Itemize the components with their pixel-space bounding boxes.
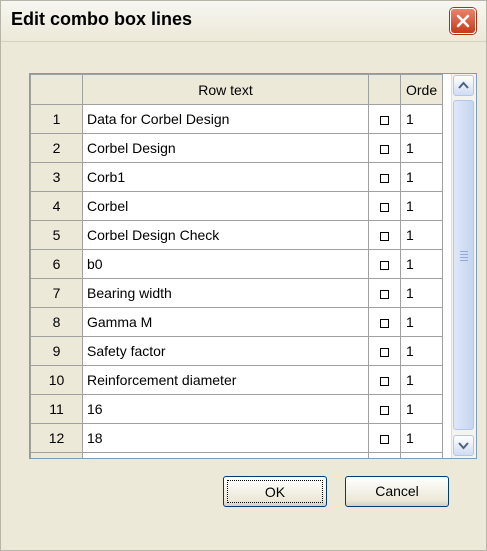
row-checkbox-cell	[368, 336, 401, 366]
row-number[interactable]: 12	[30, 423, 83, 453]
row-checkbox[interactable]	[380, 115, 389, 125]
table-row[interactable]: 9 Safety factor 1	[30, 336, 443, 366]
table-row[interactable]: 7 Bearing width 1	[30, 278, 443, 308]
row-order-cell[interactable]: 1	[400, 162, 443, 192]
table-row[interactable]: 2 Corbel Design 1	[30, 133, 443, 163]
scroll-up-button[interactable]	[453, 75, 474, 96]
row-order-cell[interactable]: 1	[400, 220, 443, 250]
row-number[interactable]: 2	[30, 133, 83, 163]
table-row[interactable]: 1320 1	[30, 452, 443, 458]
row-checkbox[interactable]	[380, 173, 389, 183]
row-checkbox-cell	[368, 365, 401, 395]
row-checkbox-cell	[368, 394, 401, 424]
row-checkbox[interactable]	[380, 231, 389, 241]
row-checkbox[interactable]	[380, 260, 389, 270]
row-table: Row text Orde 1 Data for Corbel Design 1 2 C…	[30, 74, 443, 458]
row-text-cell[interactable]: Safety factor	[82, 336, 369, 366]
row-number[interactable]: 9	[30, 336, 83, 366]
row-text-cell[interactable]: 18	[82, 423, 369, 453]
title-bar[interactable]: Edit combo box lines	[1, 1, 486, 42]
row-checkbox-cell	[368, 220, 401, 250]
row-text-cell[interactable]: Corbel	[82, 191, 369, 221]
table-row[interactable]: 8 Gamma M 1	[30, 307, 443, 337]
close-button[interactable]	[450, 8, 476, 34]
row-order-cell[interactable]: 1	[400, 365, 443, 395]
row-order-cell[interactable]: 1	[400, 191, 443, 221]
header-order[interactable]: Orde	[400, 74, 443, 105]
row-checkbox-cell	[368, 278, 401, 308]
row-text-cell[interactable]: Corbel Design Check	[82, 220, 369, 250]
row-number[interactable]: 1	[30, 104, 83, 134]
row-checkbox[interactable]	[380, 405, 389, 415]
row-text-cell[interactable]: Corb1	[82, 162, 369, 192]
row-order-cell[interactable]: 1	[400, 249, 443, 279]
row-checkbox[interactable]	[380, 202, 389, 212]
row-text-cell[interactable]: b0	[82, 249, 369, 279]
row-checkbox-cell	[368, 307, 401, 337]
header-check[interactable]	[368, 74, 401, 105]
row-checkbox-cell	[368, 191, 401, 221]
row-number[interactable]: 4	[30, 191, 83, 221]
row-checkbox-cell	[368, 133, 401, 163]
row-order-cell[interactable]: 1	[400, 133, 443, 163]
ok-button-label: OK	[227, 480, 323, 503]
row-order-cell[interactable]: 1	[400, 423, 443, 453]
ok-button[interactable]: OK	[223, 476, 327, 507]
table-row[interactable]: 6 b0 1	[30, 249, 443, 279]
row-checkbox[interactable]	[380, 376, 389, 386]
edit-combo-box-lines-dialog: Edit combo box lines Row text Orde 1 Data…	[0, 0, 487, 551]
scroll-down-button[interactable]	[453, 435, 474, 456]
vertical-scrollbar[interactable]	[451, 74, 476, 458]
table-row[interactable]: 12 18 1	[30, 423, 443, 453]
row-number[interactable]: 3	[30, 162, 83, 192]
table-row[interactable]: 1 Data for Corbel Design 1	[30, 104, 443, 134]
table-row[interactable]: 3 Corb1 1	[30, 162, 443, 192]
row-text-cell[interactable]: 20	[82, 452, 369, 458]
close-icon	[456, 14, 470, 28]
row-order-cell[interactable]: 1	[400, 278, 443, 308]
row-text-cell[interactable]: Gamma M	[82, 307, 369, 337]
row-grid[interactable]: Row text Orde 1 Data for Corbel Design 1 2 C…	[29, 73, 477, 459]
cancel-button[interactable]: Cancel	[345, 476, 449, 507]
row-order-cell[interactable]: 1	[400, 336, 443, 366]
header-corner	[30, 74, 83, 105]
row-order-cell[interactable]: 1	[400, 452, 443, 458]
row-text-cell[interactable]: Reinforcement diameter	[82, 365, 369, 395]
row-number[interactable]: 5	[30, 220, 83, 250]
row-text-cell[interactable]: Data for Corbel Design	[82, 104, 369, 134]
row-number[interactable]: 6	[30, 249, 83, 279]
chevron-up-icon	[458, 81, 469, 89]
row-number[interactable]: 8	[30, 307, 83, 337]
dialog-title: Edit combo box lines	[11, 9, 193, 29]
header-row: Row text Orde	[30, 74, 443, 105]
row-checkbox-cell	[368, 104, 401, 134]
row-checkbox-cell	[368, 162, 401, 192]
row-checkbox-cell	[368, 249, 401, 279]
table-row[interactable]: 4 Corbel 1	[30, 191, 443, 221]
table-row[interactable]: 10 Reinforcement diameter 1	[30, 365, 443, 395]
row-number[interactable]: 13	[30, 452, 83, 458]
row-checkbox[interactable]	[380, 434, 389, 444]
row-text-cell[interactable]: 16	[82, 394, 369, 424]
scroll-thumb[interactable]	[453, 100, 474, 430]
row-checkbox[interactable]	[380, 289, 389, 299]
row-order-cell[interactable]: 1	[400, 104, 443, 134]
row-order-cell[interactable]: 1	[400, 307, 443, 337]
row-checkbox[interactable]	[380, 318, 389, 328]
row-number[interactable]: 10	[30, 365, 83, 395]
row-checkbox[interactable]	[380, 347, 389, 357]
row-text-cell[interactable]: Corbel Design	[82, 133, 369, 163]
table-row[interactable]: 11 16 1	[30, 394, 443, 424]
row-text-cell[interactable]: Bearing width	[82, 278, 369, 308]
header-row-text[interactable]: Row text	[82, 74, 369, 105]
scroll-grip-icon	[460, 251, 468, 263]
chevron-down-icon	[458, 442, 469, 450]
row-order-cell[interactable]: 1	[400, 394, 443, 424]
row-number[interactable]: 11	[30, 394, 83, 424]
row-checkbox-cell	[368, 423, 401, 453]
row-checkbox[interactable]	[380, 144, 389, 154]
row-number[interactable]: 7	[30, 278, 83, 308]
table-row[interactable]: 5 Corbel Design Check 1	[30, 220, 443, 250]
row-checkbox-cell	[368, 452, 401, 458]
